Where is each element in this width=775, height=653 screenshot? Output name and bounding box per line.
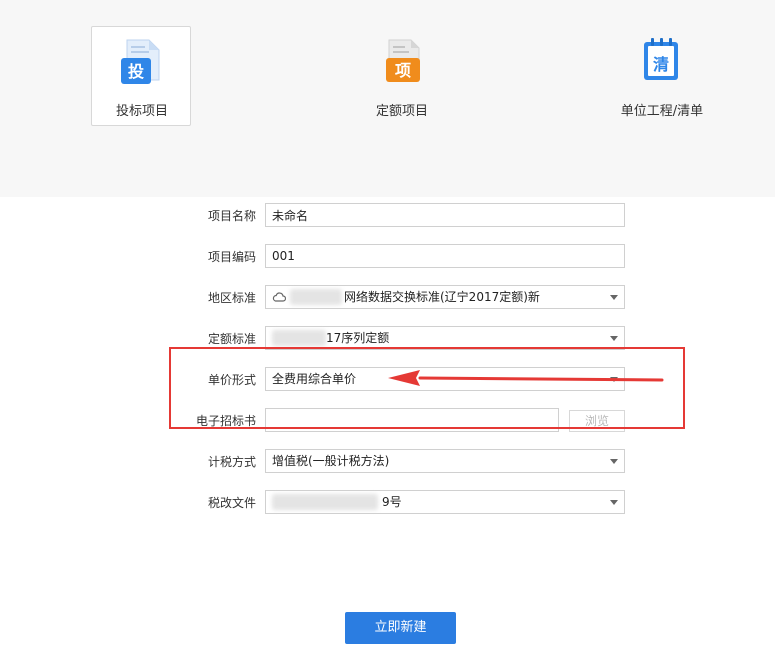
create-now-button[interactable]: 立即新建 xyxy=(345,612,456,644)
tax-method-row: 计税方式 增值税(一般计税方法) xyxy=(0,449,775,475)
icon-glyph-quota: 项 xyxy=(395,61,411,80)
region-standard-value: 网络数据交换标准(辽宁2017定额)新 xyxy=(344,290,540,304)
annotation-arrow-icon xyxy=(388,370,664,386)
project-type-quota-label: 定额项目 xyxy=(375,104,428,119)
tax-method-select[interactable]: 增值税(一般计税方法) xyxy=(265,449,625,473)
region-standard-select[interactable]: 网络数据交换标准(辽宁2017定额)新 xyxy=(265,285,625,309)
project-code-input[interactable] xyxy=(265,244,625,268)
region-standard-row: 地区标准 网络数据交换标准(辽宁2017定额)新 xyxy=(0,285,775,311)
project-code-row: 项目编码 xyxy=(0,244,775,270)
quota-standard-value: 17序列定额 xyxy=(326,331,390,345)
tax-reform-file-row: 税改文件 9号 xyxy=(0,490,775,516)
project-name-input[interactable] xyxy=(265,203,625,227)
tax-reform-file-label: 税改文件 xyxy=(207,496,256,510)
project-name-row: 项目名称 xyxy=(0,203,775,229)
project-type-bid-label: 投标项目 xyxy=(115,104,168,119)
icon-glyph-list: 清 xyxy=(653,55,669,74)
project-code-label: 项目编码 xyxy=(207,250,256,264)
chevron-down-icon xyxy=(610,459,618,464)
chevron-down-icon xyxy=(610,500,618,505)
redacted-tax-file-prefix xyxy=(272,494,378,510)
document-quota-icon: 项 xyxy=(386,39,420,82)
project-type-unit-card[interactable]: 清 单位工程/清单 xyxy=(611,26,711,126)
tax-reform-file-select[interactable]: 9号 xyxy=(265,490,625,514)
tax-method-label: 计税方式 xyxy=(207,455,256,469)
chevron-down-icon xyxy=(610,336,618,341)
tax-reform-file-value: 9号 xyxy=(382,495,402,509)
chevron-down-icon xyxy=(610,295,618,300)
redacted-region-prefix xyxy=(290,289,342,305)
tax-method-value: 增值税(一般计税方法) xyxy=(272,454,390,468)
project-type-quota-card[interactable]: 项 定额项目 xyxy=(351,26,451,126)
icon-glyph-bid: 投 xyxy=(128,62,144,81)
notebook-list-icon: 清 xyxy=(644,38,678,80)
project-type-unit-label: 单位工程/清单 xyxy=(620,104,704,119)
document-bid-icon: 投 xyxy=(121,39,160,84)
cloud-icon xyxy=(272,292,286,302)
project-type-bid-card[interactable]: 投 投标项目 xyxy=(91,26,191,126)
project-name-label: 项目名称 xyxy=(207,209,256,223)
redacted-quota-prefix xyxy=(272,330,326,346)
region-standard-label: 地区标准 xyxy=(207,291,256,305)
